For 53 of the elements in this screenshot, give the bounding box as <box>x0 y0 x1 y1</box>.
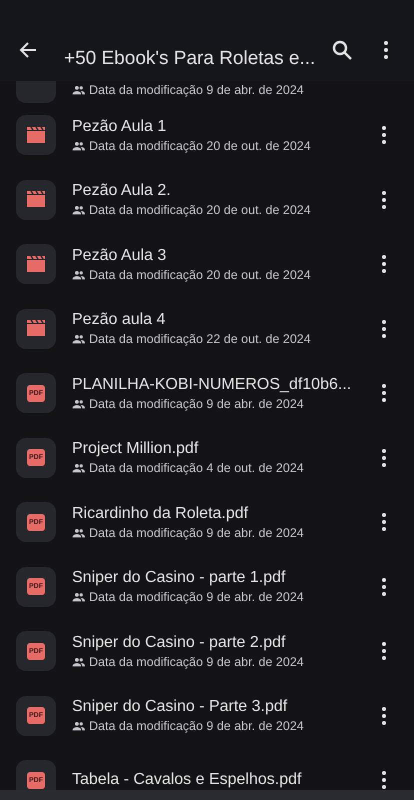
clapperboard-icon <box>26 191 46 208</box>
more-icon <box>382 126 386 144</box>
file-name[interactable]: Sniper do Casino - parte 2.pdf <box>72 634 348 652</box>
people-icon <box>72 334 85 344</box>
people-icon <box>72 463 85 474</box>
file-name[interactable]: Ricardinho da Roleta.pdf <box>72 504 348 523</box>
back-arrow-icon <box>19 41 37 59</box>
file-name[interactable]: Project Million.pdf <box>72 440 348 458</box>
file-row[interactable]: Data da modificação 9 de abr. de 2024 <box>0 81 414 103</box>
clapperboard-icon <box>26 126 46 144</box>
modified-date: Data da modificação 4 de out. de 2024 <box>89 461 304 476</box>
modified-date: Data da modificação 9 de abr. de 2024 <box>89 396 304 411</box>
modified-date: Data da modificação 22 de out. de 2024 <box>89 332 311 346</box>
more-icon <box>382 771 386 790</box>
people-icon <box>72 528 85 538</box>
more-icon <box>382 642 386 660</box>
folder-title: +50 Ebook's Para Roletas e... <box>63 48 316 70</box>
modified-date: Data da modificação 9 de abr. de 2024 <box>89 590 304 604</box>
people-icon <box>72 140 85 151</box>
modified-date: Data da modificação 9 de abr. de 2024 <box>89 719 304 734</box>
more-icon <box>382 320 386 338</box>
clapperboard-icon <box>26 320 46 338</box>
more-icon <box>382 578 386 596</box>
file-name[interactable]: Pezão aula 4 <box>72 311 348 330</box>
file-name[interactable]: Sniper do Casino - Parte 3.pdf <box>72 698 348 716</box>
file-name[interactable]: Pezão Aula 2. <box>72 182 348 200</box>
file-name[interactable]: Sniper do Casino - parte 1.pdf <box>72 569 348 588</box>
people-icon <box>72 270 85 280</box>
file-name[interactable]: Pezão Aula 3 <box>72 246 348 265</box>
people-icon <box>72 205 85 216</box>
more-icon <box>382 190 386 209</box>
modified-date: Data da modificação 20 de out. de 2024 <box>89 138 311 153</box>
search-icon <box>332 40 352 60</box>
more-icon <box>382 255 386 274</box>
people-icon <box>72 398 85 409</box>
people-icon <box>72 721 85 732</box>
clapperboard-icon <box>26 256 46 273</box>
modified-date: Data da modificação 9 de abr. de 2024 <box>89 654 304 669</box>
modified-date: Data da modificação 9 de abr. de 2024 <box>89 526 304 540</box>
modified-date: Data da modificação 9 de abr. de 2024 <box>89 83 304 97</box>
file-name[interactable]: Pezão Aula 1 <box>72 118 348 136</box>
people-icon <box>72 85 85 95</box>
more-icon <box>382 706 386 725</box>
file-name[interactable]: PLANILHA-KOBI-NUMEROS_df10b6... <box>72 376 348 394</box>
people-icon <box>72 592 85 602</box>
more-icon <box>384 41 388 59</box>
people-icon <box>72 656 85 667</box>
modified-date: Data da modificação 20 de out. de 2024 <box>89 268 311 282</box>
more-icon <box>382 448 386 467</box>
modified-date: Data da modificação 20 de out. de 2024 <box>89 203 311 218</box>
more-icon <box>382 384 386 402</box>
file-name[interactable]: Tabela - Cavalos e Espelhos.pdf <box>72 771 348 790</box>
more-icon <box>382 513 386 532</box>
